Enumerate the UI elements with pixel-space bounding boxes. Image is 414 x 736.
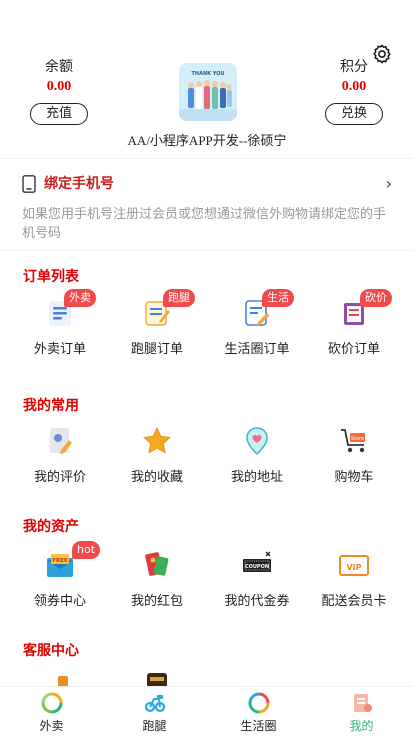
phone-icon (22, 175, 36, 193)
asset-item-coupon-center[interactable]: FREE hot 领券中心 (10, 541, 110, 620)
balance-value: 0.00 (46, 79, 72, 94)
points-block: 积分 0.00 兑换 (314, 58, 394, 125)
badge: 砍价 (360, 289, 392, 307)
divider (0, 250, 414, 251)
asset-item-red-packet[interactable]: 我的红包 (107, 550, 207, 620)
svg-text:COUPON: COUPON (245, 564, 269, 570)
badge: 外卖 (64, 289, 96, 307)
service-phone-icon (58, 676, 68, 686)
avatar-logo-text: THANK YOU (191, 71, 224, 77)
tab-mine[interactable]: 我的 (310, 687, 413, 736)
order-item-label: 外卖订单 (33, 342, 86, 357)
balance-label: 余额 (45, 59, 73, 75)
points-label: 积分 (340, 59, 368, 75)
tab-label: 我的 (349, 719, 374, 733)
svg-text:VIP: VIP (346, 563, 361, 572)
bind-phone-row[interactable]: 绑定手机号 › (22, 174, 392, 194)
tab-label: 外卖 (39, 719, 64, 733)
common-item-address[interactable]: 我的地址 (207, 426, 307, 496)
service-icon-partial-1[interactable] (52, 676, 74, 686)
orders-grid: 外卖 外卖订单 跑腿 跑腿订单 生活 生活圈订单 砍价 砍价订单 (0, 289, 414, 368)
service-headset-icon (147, 673, 167, 686)
service-icon-partial-2[interactable] (145, 673, 169, 686)
svg-text:FREE: FREE (52, 558, 68, 564)
tab-label: 跑腿 (142, 719, 167, 733)
asset-item-label: 我的红包 (130, 594, 183, 609)
bind-phone-title: 绑定手机号 (44, 176, 114, 192)
exchange-button[interactable]: 兑换 (325, 103, 383, 125)
avatar-illustration-icon: THANK YOU (179, 63, 237, 121)
service-section-title: 客服中心 (23, 643, 79, 659)
divider (0, 158, 414, 159)
badge: 跑腿 (163, 289, 195, 307)
points-value: 0.00 (341, 79, 367, 94)
balance-block: 余额 0.00 充值 (19, 58, 99, 125)
common-item-label: 购物车 (334, 470, 374, 485)
errand-tab-icon (144, 695, 166, 713)
tab-errand[interactable]: 跑腿 (103, 687, 206, 736)
order-item-label: 生活圈订单 (224, 342, 290, 357)
recharge-button[interactable]: 充值 (30, 103, 88, 125)
star-icon (143, 427, 171, 454)
common-section-title: 我的常用 (23, 398, 79, 414)
mine-tab-icon (354, 694, 372, 712)
common-item-reviews[interactable]: 我的评价 (10, 426, 110, 496)
asset-item-label: 配送会员卡 (321, 594, 387, 609)
user-header: 余额 0.00 充值 THANK YOU 积分 0.00 兑换 AA/小程序AP… (0, 40, 414, 150)
hot-badge: hot (72, 541, 101, 559)
bottom-tab-bar: 外卖 跑腿 生活圈 我的 (0, 686, 414, 736)
asset-item-label: 我的代金券 (224, 594, 290, 609)
coupon-center-icon: FREE (47, 554, 73, 577)
assets-section-title: 我的资产 (23, 519, 79, 535)
takeout-tab-icon (41, 692, 63, 714)
orders-section-title: 订单列表 (23, 269, 79, 285)
tab-life-circle[interactable]: 生活圈 (207, 687, 310, 736)
order-item-errand[interactable]: 跑腿 跑腿订单 (107, 289, 207, 368)
common-item-label: 我的地址 (230, 470, 283, 485)
common-item-favorites[interactable]: 我的收藏 (107, 426, 207, 496)
red-packet-icon (145, 552, 169, 576)
badge: 生活 (262, 289, 294, 307)
svg-text:Store: Store (351, 436, 364, 442)
shopping-cart-icon: Store (341, 429, 365, 453)
assets-grid: FREE hot 领券中心 我的红包 COUPON 我的代金券 VIP 配送会员… (0, 541, 414, 620)
avatar[interactable]: THANK YOU (179, 63, 237, 121)
order-item-life[interactable]: 生活 生活圈订单 (207, 289, 307, 368)
vip-card-icon: VIP (339, 555, 369, 576)
asset-item-voucher[interactable]: COUPON 我的代金券 (207, 550, 307, 620)
chevron-right-icon: › (385, 174, 392, 193)
common-item-cart[interactable]: Store 购物车 (304, 426, 404, 496)
shop-name: AA/小程序APP开发--徐硕宁 (127, 133, 287, 148)
order-item-takeout[interactable]: 外卖 外卖订单 (10, 289, 110, 368)
common-grid: 我的评价 我的收藏 我的地址 Store 购物车 (0, 426, 414, 496)
life-circle-tab-icon (248, 692, 270, 714)
order-item-label: 跑腿订单 (130, 342, 183, 357)
location-pin-icon (246, 427, 268, 456)
order-item-label: 砍价订单 (327, 342, 380, 357)
bind-phone-description: 如果您用手机号注册过会员或您想通过微信外购物请绑定您的手机号码 (22, 207, 387, 241)
tab-label: 生活圈 (240, 719, 277, 733)
common-item-label: 我的收藏 (130, 470, 183, 485)
asset-item-label: 领券中心 (33, 594, 86, 609)
common-item-label: 我的评价 (33, 470, 86, 485)
asset-item-member-card[interactable]: VIP 配送会员卡 (304, 550, 404, 620)
coupon-ticket-icon: COUPON (243, 551, 271, 572)
review-icon (50, 428, 72, 454)
tab-takeout[interactable]: 外卖 (0, 687, 103, 736)
order-item-bargain[interactable]: 砍价 砍价订单 (304, 289, 404, 368)
